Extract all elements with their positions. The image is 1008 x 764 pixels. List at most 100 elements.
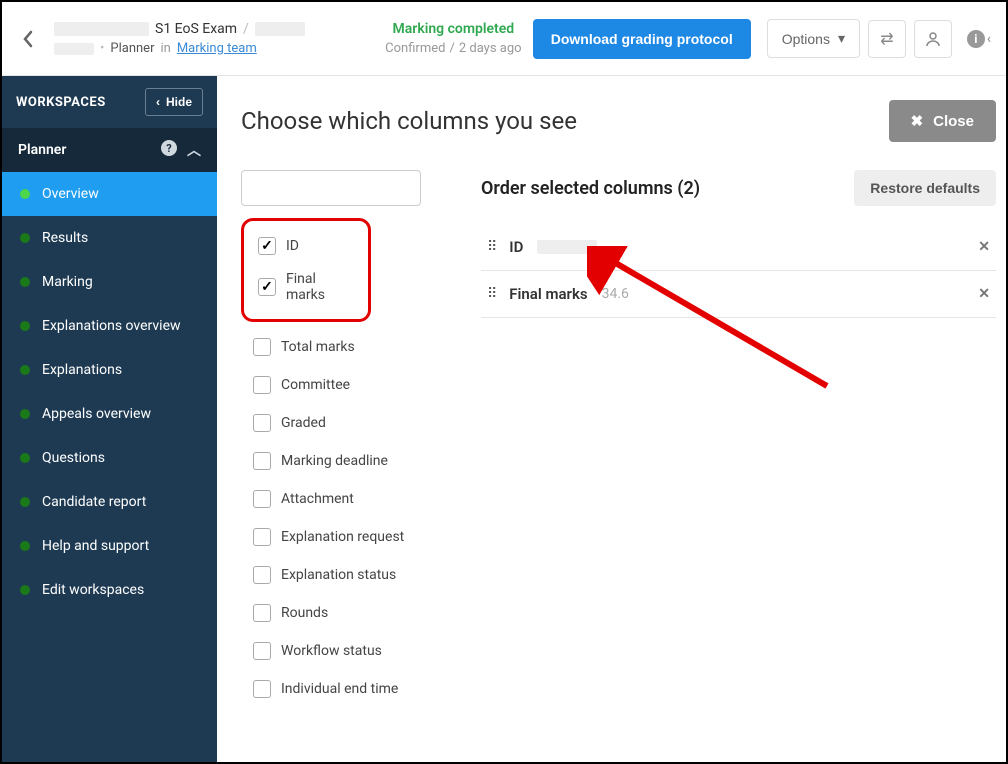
ordered-columns: Order selected columns (2) Restore defau… [481, 170, 996, 708]
sidebar-item-help-support[interactable]: Help and support [2, 524, 217, 568]
sidebar-item-questions[interactable]: Questions [2, 436, 217, 480]
redacted-suffix [255, 22, 305, 36]
column-option-marking-deadline[interactable]: Marking deadline [249, 442, 441, 480]
order-title: Order selected columns (2) [481, 178, 700, 199]
workspaces-label: WORKSPACES [16, 95, 106, 110]
status-age: 2 days ago [459, 41, 522, 56]
column-option-explanation-request[interactable]: Explanation request [249, 518, 441, 556]
hide-sidebar-button[interactable]: ‹ Hide [145, 88, 203, 116]
sidebar-item-results[interactable]: Results [2, 216, 217, 260]
sidebar-item-edit-workspaces[interactable]: Edit workspaces [2, 568, 217, 612]
ordered-item-label: ID [509, 238, 523, 256]
sidebar-item-label: Explanations overview [42, 318, 181, 334]
checkbox-icon[interactable] [258, 278, 276, 296]
redacted-prefix [54, 22, 149, 36]
column-option-final-marks[interactable]: Final marks [254, 263, 358, 311]
sidebar-item-label: Results [42, 230, 88, 246]
checkbox-icon[interactable] [253, 604, 271, 622]
sidebar-item-label: Questions [42, 450, 105, 466]
column-option-label: Rounds [281, 605, 328, 621]
caret-down-icon: ▾ [838, 30, 845, 47]
download-grading-button[interactable]: Download grading protocol [533, 19, 751, 59]
column-option-workflow-status[interactable]: Workflow status [249, 632, 441, 670]
column-option-graded[interactable]: Graded [249, 404, 441, 442]
restore-defaults-button[interactable]: Restore defaults [854, 170, 996, 206]
column-option-label: Committee [281, 377, 350, 393]
sidebar-item-label: Edit workspaces [42, 582, 144, 598]
sidebar-item-label: Appeals overview [42, 406, 151, 422]
breadcrumb: S1 EoS Exam / • Planner in Marking team [54, 21, 374, 56]
ordered-item[interactable]: ⠿ Final marks 34.6 ✕ [481, 271, 996, 318]
user-icon[interactable] [914, 20, 952, 58]
ordered-item-value: 34.6 [602, 286, 629, 302]
drag-handle-icon[interactable]: ⠿ [487, 239, 495, 255]
status-dot-icon [20, 453, 30, 463]
sidebar-item-overview[interactable]: Overview [2, 172, 217, 216]
column-option-rounds[interactable]: Rounds [249, 594, 441, 632]
remove-icon[interactable]: ✕ [978, 239, 990, 255]
drag-handle-icon[interactable]: ⠿ [487, 286, 495, 302]
column-option-attachment[interactable]: Attachment [249, 480, 441, 518]
column-option-individual-end-time[interactable]: Individual end time [249, 670, 441, 708]
column-option-committee[interactable]: Committee [249, 366, 441, 404]
checkbox-icon[interactable] [253, 642, 271, 660]
exam-title: S1 EoS Exam [155, 21, 237, 37]
column-option-id[interactable]: ID [254, 229, 358, 263]
column-option-label: Explanation status [281, 567, 396, 583]
status-dot-icon [20, 541, 30, 551]
workspace-section-header[interactable]: Planner ? ︿ [2, 128, 217, 172]
sidebar-item-marking[interactable]: Marking [2, 260, 217, 304]
checkbox-icon[interactable] [253, 566, 271, 584]
checkbox-icon[interactable] [253, 528, 271, 546]
sidebar-item-candidate-report[interactable]: Candidate report [2, 480, 217, 524]
sidebar-item-label: Candidate report [42, 494, 146, 510]
column-option-label: Marking deadline [281, 453, 388, 469]
chevron-up-icon[interactable]: ︿ [187, 140, 201, 160]
column-option-label: Workflow status [281, 643, 382, 659]
status-confirmed: Confirmed [385, 41, 445, 56]
available-columns: ID Final marks Total marks Committee Gra… [241, 170, 441, 708]
close-icon: ✖ [911, 112, 924, 130]
breadcrumb-planner: Planner [110, 41, 154, 56]
column-option-explanation-status[interactable]: Explanation status [249, 556, 441, 594]
checkbox-icon[interactable] [253, 414, 271, 432]
swap-icon[interactable]: ⇄ [868, 20, 906, 58]
sidebar-item-appeals-overview[interactable]: Appeals overview [2, 392, 217, 436]
checkbox-icon[interactable] [253, 680, 271, 698]
options-button-label: Options [782, 31, 830, 47]
checkbox-icon[interactable] [253, 338, 271, 356]
chevron-left-icon: ‹ [156, 95, 160, 109]
sidebar-item-explanations-overview[interactable]: Explanations overview [2, 304, 217, 348]
status-dot-icon [20, 585, 30, 595]
search-input[interactable] [241, 170, 421, 206]
info-collapse-button[interactable]: i ‹ [960, 20, 998, 58]
column-option-label: ID [286, 238, 299, 254]
checkbox-icon[interactable] [253, 490, 271, 508]
status-block: Marking completed Confirmed/2 days ago [382, 21, 525, 56]
back-chevron-icon[interactable] [10, 30, 46, 48]
marking-team-link[interactable]: Marking team [177, 41, 257, 56]
column-option-total-marks[interactable]: Total marks [249, 328, 441, 366]
ordered-item[interactable]: ⠿ ID ✕ [481, 224, 996, 271]
checkbox-icon[interactable] [253, 376, 271, 394]
ordered-item-label: Final marks [509, 285, 587, 303]
sidebar-item-label: Marking [42, 274, 93, 290]
column-option-label: Graded [281, 415, 326, 431]
status-dot-icon [20, 233, 30, 243]
sidebar-item-explanations[interactable]: Explanations [2, 348, 217, 392]
checkbox-icon[interactable] [253, 452, 271, 470]
close-button-label: Close [933, 113, 974, 130]
help-icon[interactable]: ? [161, 140, 177, 156]
sidebar: WORKSPACES ‹ Hide Planner ? ︿ Overview R… [2, 76, 217, 762]
top-bar: S1 EoS Exam / • Planner in Marking team … [2, 2, 1006, 76]
sidebar-item-label: Explanations [42, 362, 122, 378]
info-icon: i [967, 30, 985, 48]
options-button[interactable]: Options ▾ [767, 19, 860, 58]
remove-icon[interactable]: ✕ [978, 286, 990, 302]
column-option-label: Attachment [281, 491, 354, 507]
checkbox-icon[interactable] [258, 237, 276, 255]
redacted-value [537, 240, 597, 254]
sidebar-item-label: Help and support [42, 538, 149, 554]
close-button[interactable]: ✖ Close [889, 100, 996, 142]
column-option-label: Final marks [286, 271, 354, 303]
